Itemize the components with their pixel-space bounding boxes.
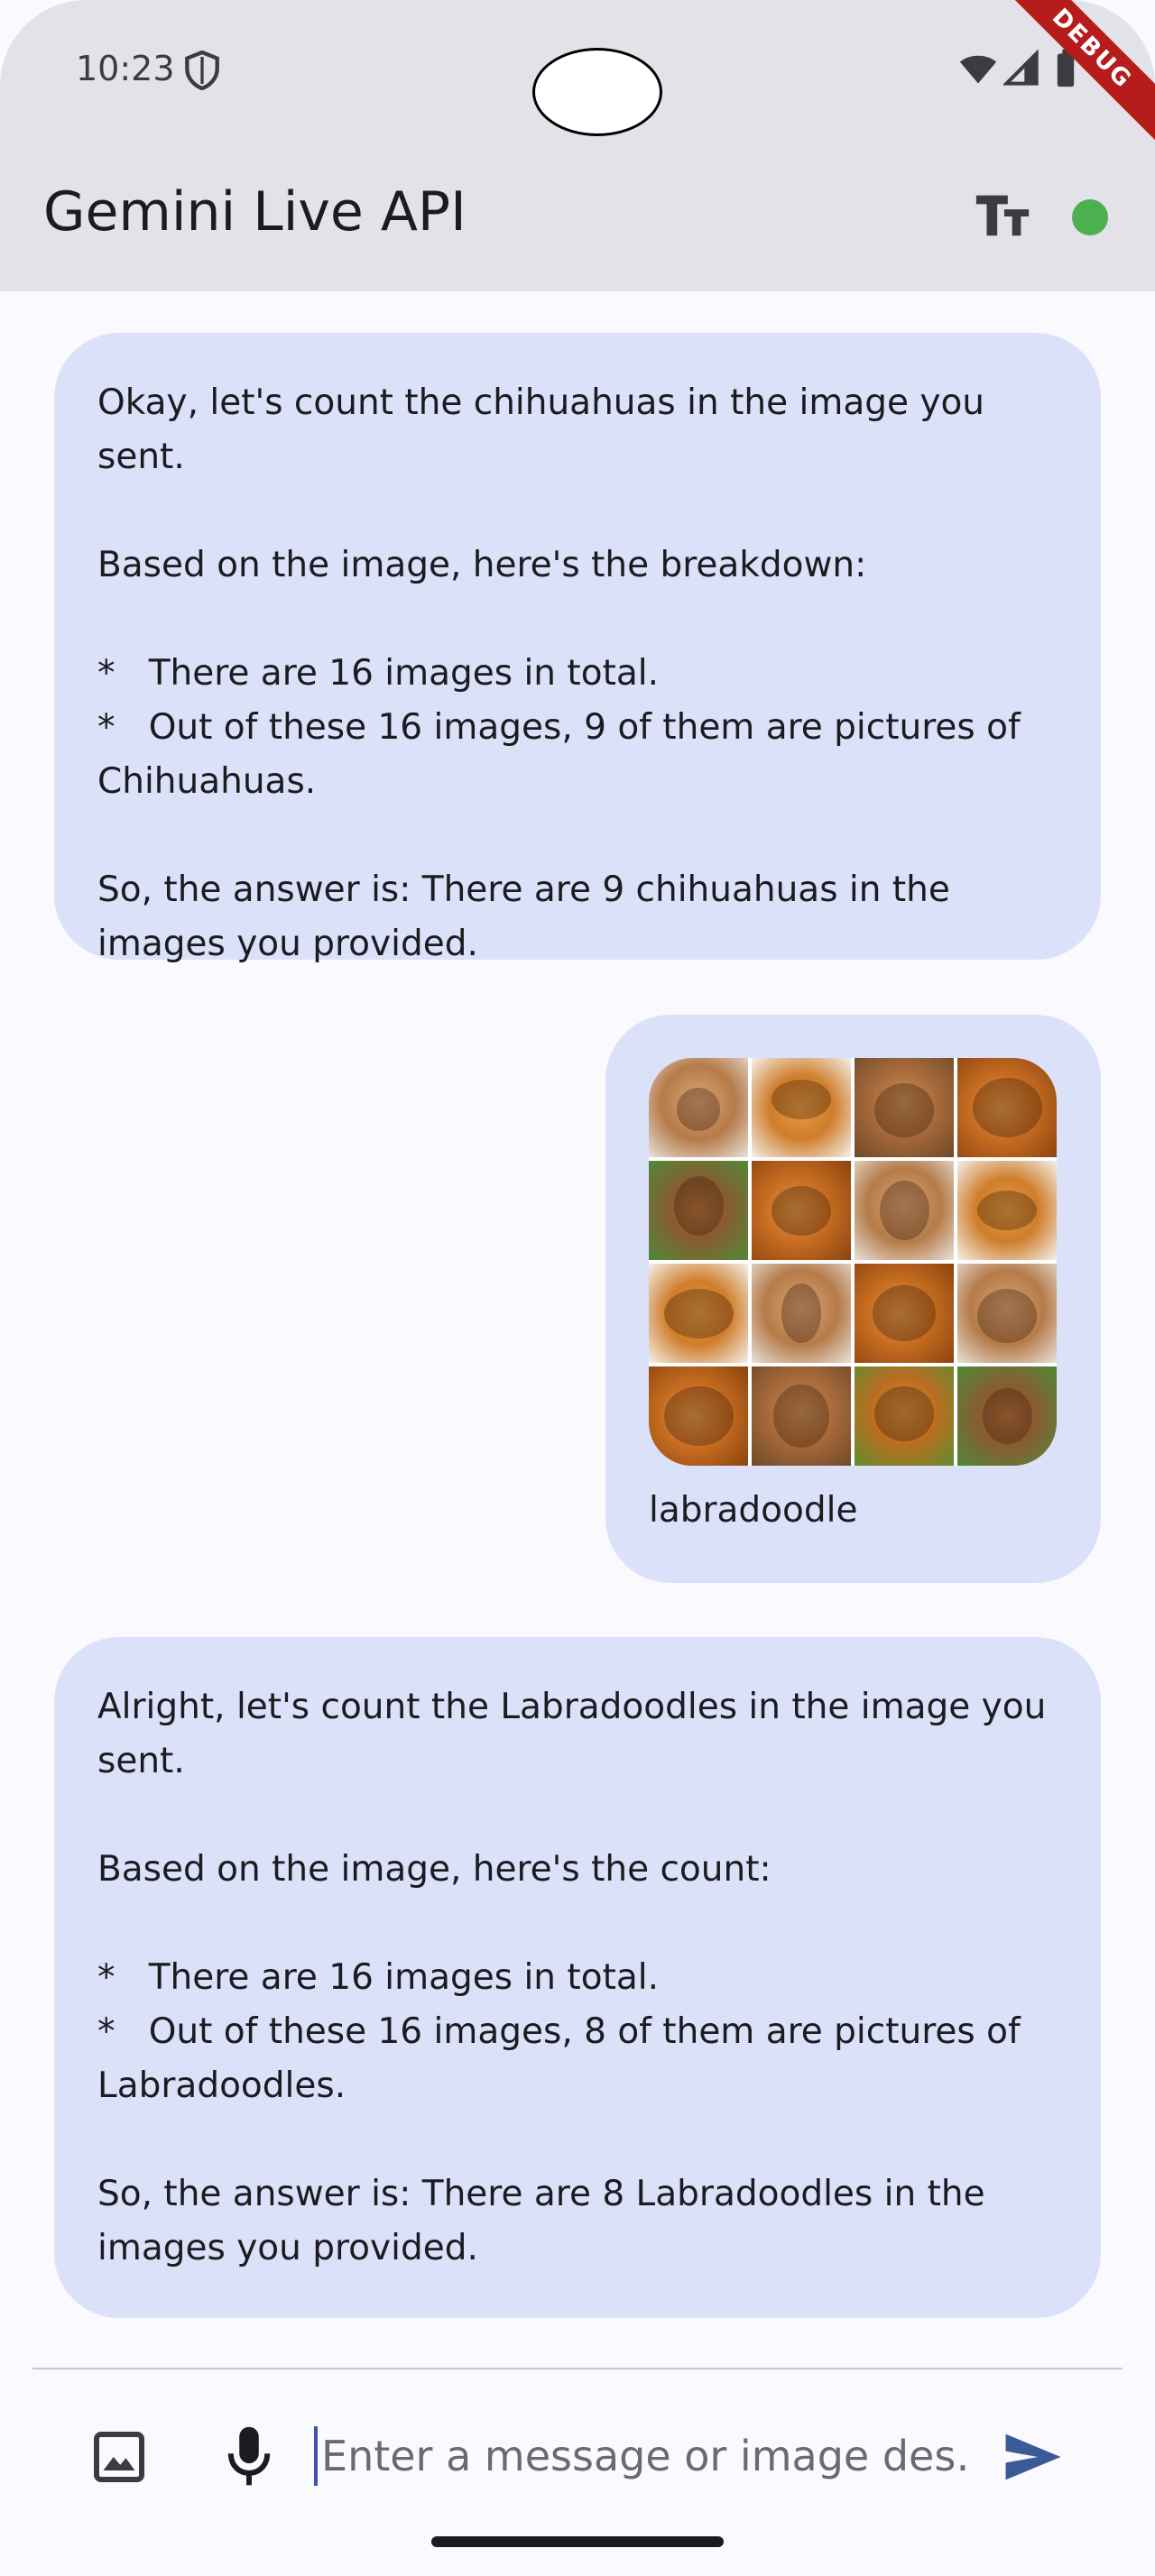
connection-status-dot [1072,199,1108,235]
image-tile [752,1264,851,1363]
signal-icon [1003,49,1039,86]
image-tile [855,1161,954,1260]
app-header: 10:23 DEBUG Gemini Live API [0,0,1155,291]
attached-image[interactable] [649,1058,1057,1466]
camera-cutout [532,48,662,136]
image-tile [957,1366,1057,1466]
text-size-icon[interactable] [973,189,1032,240]
image-tile [752,1366,851,1466]
image-tile [649,1366,748,1466]
wifi-icon [959,55,997,84]
app-screen: 10:23 DEBUG Gemini Live API Okay, let's … [0,0,1155,2576]
image-caption: labradoodle [649,1490,858,1531]
image-tile [752,1058,851,1157]
image-picker-icon[interactable] [92,2430,146,2484]
shield-icon [185,51,219,90]
image-tile [649,1264,748,1363]
image-tile [957,1058,1057,1157]
page-title: Gemini Live API [43,180,467,244]
user-message: labradoodle [605,1015,1101,1583]
image-tile [752,1161,851,1260]
image-tile [957,1264,1057,1363]
image-tile [855,1264,954,1363]
image-tile [957,1161,1057,1260]
image-tile [649,1161,748,1260]
microphone-icon[interactable] [226,2424,273,2488]
image-tile [855,1058,954,1157]
status-time: 10:23 [76,49,175,88]
message-input[interactable] [314,2426,973,2486]
send-icon[interactable] [1003,2432,1063,2482]
home-indicator [431,2536,724,2547]
input-divider [32,2368,1123,2369]
model-message: Alright, let's count the Labradoodles in… [54,1637,1101,2318]
model-message: Okay, let's count the chihuahuas in the … [54,333,1101,964]
image-tile [649,1058,748,1157]
image-tile [855,1366,954,1466]
